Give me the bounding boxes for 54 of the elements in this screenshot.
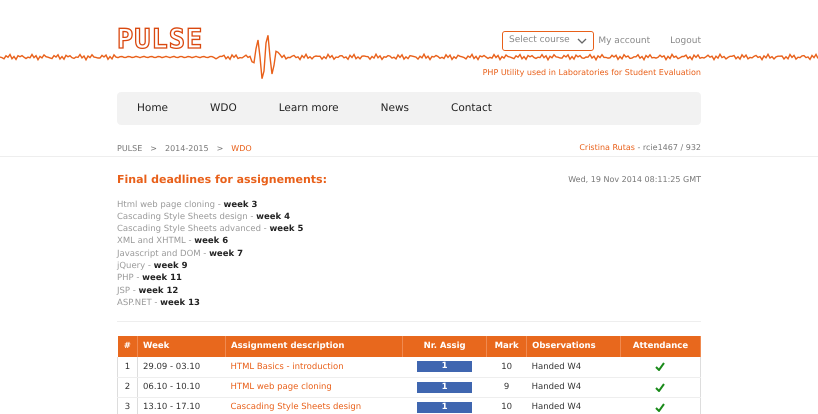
nav-link[interactable]: Home	[137, 100, 168, 116]
deadline-item: PHP - week 11	[117, 272, 183, 285]
assignment-count-badge: 1	[417, 382, 472, 393]
deadline-item: Cascading Style Sheets advanced - week 5	[117, 223, 304, 236]
deadline-item: ASP.NET - week 13	[117, 296, 201, 310]
breadcrumb-separator: >	[150, 143, 157, 155]
table-cell: 10	[486, 397, 527, 414]
column-header: Observations	[526, 336, 620, 358]
deadline-item: Cascading Style Sheets design - week 4	[117, 210, 292, 224]
breadcrumb-item[interactable]: PULSE	[117, 143, 142, 155]
deadline-item: Html web page cloning - week 3	[117, 198, 258, 211]
assignment-link[interactable]: Cascading Style Sheets design	[230, 402, 362, 412]
assignment-link[interactable]: HTML web page cloning	[230, 382, 332, 392]
section-heading: Final deadlines for assignements:	[117, 172, 327, 188]
deadline-item: XML and XHTML - week 6	[117, 235, 230, 248]
timestamp: Wed, 19 Nov 2014 08:11:25 GMT	[568, 174, 701, 186]
table-cell: 2	[118, 377, 138, 398]
table-cell: Handed W4	[526, 397, 620, 414]
column-header: Assignment description	[226, 336, 403, 358]
table-cell: 3	[118, 397, 138, 414]
deadline-item: jQuery - week 9	[117, 260, 189, 272]
nav-link[interactable]: News	[380, 100, 410, 116]
user-id: - rcie1467 / 932	[638, 143, 701, 152]
column-header: #	[118, 336, 138, 358]
table-cell: Handed W4	[526, 377, 620, 398]
table-cell: 1	[118, 357, 138, 378]
tagline: PHP Utility used in Laboratories for Student Evaluation	[482, 67, 701, 79]
breadcrumb-item[interactable]: WDO	[231, 143, 252, 155]
column-header: Mark	[486, 336, 527, 358]
logo[interactable]: PULSE	[117, 26, 204, 53]
assignment-count-badge: 1	[417, 402, 472, 413]
table-cell: 06.10 - 10.10	[138, 377, 226, 398]
table-cell: 29.09 - 03.10	[138, 357, 226, 378]
account-link[interactable]: Logout	[670, 35, 701, 48]
chevron-down-icon	[577, 38, 587, 44]
breadcrumb-item[interactable]: 2014-2015	[164, 143, 209, 155]
nav-link[interactable]: WDO	[210, 100, 237, 116]
column-header: Week	[138, 336, 226, 358]
column-header: Nr. Assig	[402, 336, 487, 358]
deadline-item: Javascript and DOM - week 7	[117, 248, 244, 260]
assignment-link[interactable]: HTML Basics - introduction	[230, 362, 344, 372]
assignment-count-badge: 1	[417, 361, 472, 372]
account-link[interactable]: My account	[598, 35, 650, 48]
table-cell: 13.10 - 17.10	[138, 397, 226, 414]
breadcrumb-separator: >	[216, 143, 224, 155]
course-select[interactable]: Select course	[502, 31, 594, 51]
user-name[interactable]: Cristina Rutas	[579, 143, 635, 152]
table-cell: 10	[486, 357, 527, 378]
nav-link[interactable]: Learn more	[278, 100, 339, 116]
table-cell: 9	[486, 377, 527, 398]
nav-link[interactable]: Contact	[451, 100, 492, 116]
table-cell: Handed W4	[526, 357, 620, 378]
deadline-item: JSP - week 12	[117, 284, 180, 297]
column-header: Attendance	[620, 336, 700, 358]
